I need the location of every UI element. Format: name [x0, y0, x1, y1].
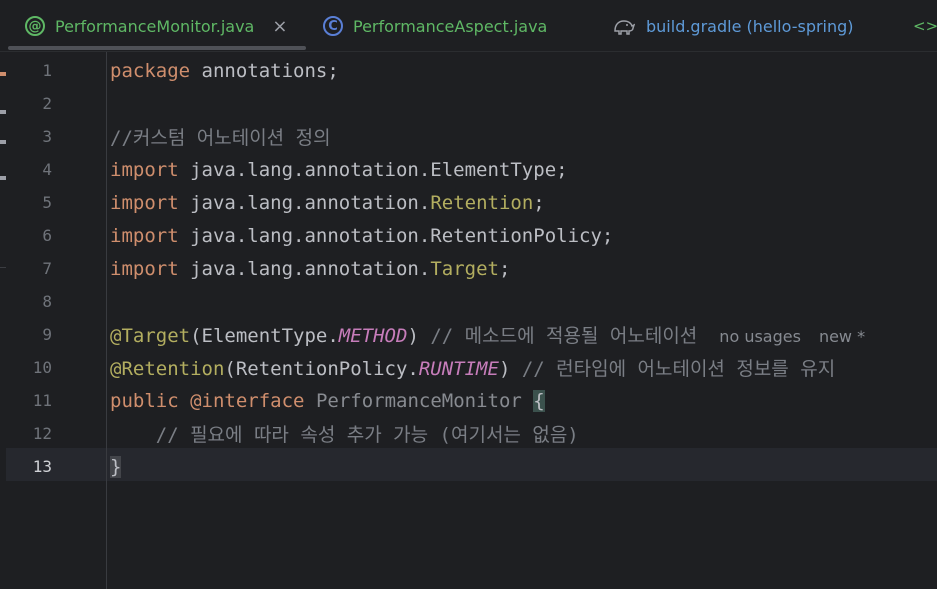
- line-content: @Target(ElementType.METHOD) // 메소드에 적용될 …: [110, 321, 865, 348]
- paren: ): [407, 325, 419, 347]
- line-content: @Retention(RetentionPolicy.RUNTIME) // 런…: [110, 354, 835, 381]
- line-content: public @interface PerformanceMonitor {: [110, 389, 545, 412]
- semicolon: ;: [533, 191, 545, 214]
- code-line: 9 @Target(ElementType.METHOD) // 메소드에 적용…: [6, 318, 937, 351]
- keyword: package: [110, 59, 191, 82]
- argument: (ElementType.: [190, 325, 339, 347]
- comment: //커스텀 어노테이션 정의: [110, 127, 331, 149]
- import-path: java.lang.annotation.ElementType;: [178, 158, 568, 181]
- code-line: 3 //커스텀 어노테이션 정의: [6, 120, 937, 153]
- keyword: import: [110, 191, 179, 214]
- line-number: 11: [32, 391, 52, 410]
- enum-constant: RUNTIME: [418, 358, 499, 380]
- line-content: import java.lang.annotation.Target;: [110, 258, 510, 280]
- line-number: 8: [42, 292, 52, 311]
- code-line: 12 // 필요에 따라 속성 추가 가능 (여기서는 없음): [6, 417, 937, 450]
- line-number: 6: [42, 226, 52, 245]
- usages-inlay-hint[interactable]: no usages: [719, 327, 801, 346]
- tab-performance-monitor[interactable]: @ PerformanceMonitor.java ×: [25, 0, 287, 52]
- line-content: package annotations;: [110, 60, 339, 82]
- import-path: java.lang.annotation.: [178, 191, 431, 214]
- editor-tab-bar: @ PerformanceMonitor.java × C Performanc…: [0, 0, 937, 52]
- annotation: @Target: [110, 325, 191, 347]
- line-number: 7: [42, 259, 52, 278]
- code-line: 8: [6, 285, 937, 318]
- line-number: 1: [42, 61, 52, 80]
- argument: (RetentionPolicy.: [224, 358, 419, 380]
- tab-label: PerformanceAspect.java: [353, 16, 548, 36]
- enum-constant: METHOD: [338, 325, 408, 347]
- line-number: 9: [42, 325, 52, 344]
- annotation-type: Retention: [430, 191, 534, 214]
- annotation-icon: @: [25, 16, 45, 36]
- code-line: 2: [6, 87, 937, 120]
- close-brace: }: [110, 455, 122, 478]
- code-line: 10 @Retention(RetentionPolicy.RUNTIME) /…: [6, 351, 937, 384]
- tab-performance-aspect[interactable]: C PerformanceAspect.java: [323, 0, 547, 52]
- import-path: java.lang.annotation.: [178, 257, 431, 280]
- line-number: 3: [42, 127, 52, 146]
- class-icon: C: [323, 16, 343, 36]
- code-line: 6 import java.lang.annotation.RetentionP…: [6, 219, 937, 252]
- package-name: annotations;: [190, 59, 339, 82]
- semicolon: ;: [498, 257, 511, 280]
- code-line: 7 import java.lang.annotation.Target;: [6, 252, 937, 285]
- interface-name: PerformanceMonitor: [315, 389, 522, 412]
- code-line: 1 package annotations;: [6, 54, 937, 87]
- line-number: 12: [32, 424, 52, 443]
- annotation-type: Target: [430, 257, 499, 280]
- tab-label: PerformanceMonitor.java: [55, 16, 255, 36]
- comment: // 런타임에 어노테이션 정보를 유지: [510, 358, 836, 380]
- line-content: import java.lang.annotation.Retention;: [110, 192, 545, 214]
- line-content: import java.lang.annotation.ElementType;: [110, 159, 568, 181]
- line-content: }: [110, 455, 122, 478]
- code-line: 11 public @interface PerformanceMonitor …: [6, 384, 937, 417]
- open-brace: {: [533, 389, 545, 412]
- gradle-elephant-icon: [612, 16, 636, 36]
- line-number: 2: [42, 94, 52, 113]
- code-line: 13 }: [6, 450, 937, 483]
- more-tabs-icon: <>: [913, 17, 937, 35]
- line-content: import java.lang.annotation.RetentionPol…: [110, 225, 613, 247]
- paren: ): [498, 358, 511, 380]
- comment: // 메소드에 적용될 어노테이션: [418, 325, 698, 347]
- code-line: 4 import java.lang.annotation.ElementTyp…: [6, 153, 937, 186]
- tab-label: build.gradle (hello-spring): [646, 16, 854, 36]
- active-tab-indicator: [8, 46, 306, 50]
- code-line: 5 import java.lang.annotation.Retention;: [6, 186, 937, 219]
- comment: // 필요에 따라 속성 추가 가능 (여기서는 없음): [110, 424, 579, 446]
- keyword: import: [110, 257, 179, 280]
- tab-build-gradle[interactable]: build.gradle (hello-spring): [612, 0, 854, 52]
- keyword: import: [110, 224, 179, 247]
- keyword: import: [110, 158, 179, 181]
- line-number: 5: [42, 193, 52, 212]
- code-editor[interactable]: 1 package annotations; 2 3 //커스텀 어노테이션 정…: [6, 52, 937, 589]
- close-icon[interactable]: ×: [272, 16, 287, 37]
- author-inlay-hint[interactable]: new *: [819, 327, 865, 346]
- import-path: java.lang.annotation.RetentionPolicy;: [178, 224, 614, 247]
- keyword: @interface: [190, 389, 305, 412]
- keyword: public: [110, 389, 179, 412]
- line-number: 10: [32, 358, 52, 377]
- line-number: 13: [32, 457, 52, 476]
- annotation: @Retention: [110, 358, 225, 380]
- more-tabs-button[interactable]: <>: [913, 0, 937, 52]
- line-number: 4: [42, 160, 52, 179]
